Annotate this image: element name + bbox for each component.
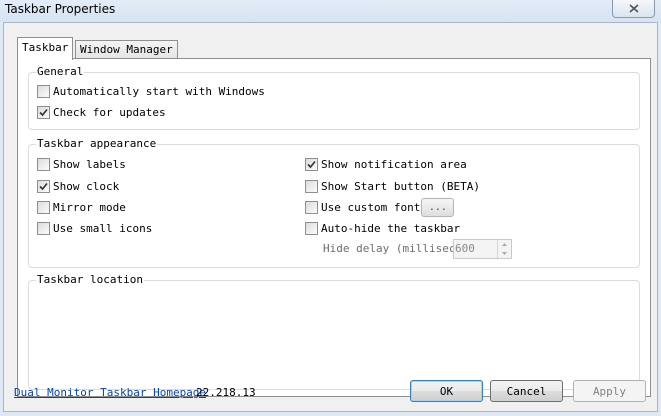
dialog-body: Taskbar Window Manager General Automatic…	[3, 22, 658, 412]
close-button[interactable]	[612, 0, 655, 18]
checkmark-icon	[39, 182, 48, 190]
mirror-mode-label: Mirror mode	[53, 200, 126, 214]
group-title-appearance: Taskbar appearance	[36, 137, 158, 150]
checkbox-box	[305, 179, 318, 193]
cancel-button[interactable]: Cancel	[490, 380, 563, 402]
hide-delay-spinner[interactable]: 600	[453, 239, 512, 259]
title-bar[interactable]: Taskbar Properties	[0, 0, 661, 22]
checkbox-box	[305, 221, 318, 235]
checkbox-box	[305, 157, 318, 171]
hide-delay-label: Hide delay (millisecor	[323, 242, 453, 255]
group-taskbar-location: Taskbar location	[28, 273, 640, 390]
checkbox-box	[37, 179, 50, 193]
custom-font-label: Use custom font	[321, 200, 421, 214]
show-notification-checkbox[interactable]: Show notification area	[305, 156, 467, 172]
spinner-arrows[interactable]	[497, 240, 511, 258]
checkbox-box	[305, 200, 318, 214]
show-notification-label: Show notification area	[321, 157, 467, 171]
show-labels-checkbox[interactable]: Show labels	[37, 156, 126, 172]
auto-start-label: Automatically start with Windows	[53, 84, 265, 98]
check-updates-label: Check for updates	[53, 105, 166, 119]
tab-panel-taskbar: General Automatically start with Windows…	[17, 58, 651, 397]
ok-button[interactable]: OK	[410, 380, 483, 402]
spin-down-icon[interactable]	[498, 249, 511, 258]
checkbox-box	[37, 157, 50, 171]
checkbox-box	[37, 221, 50, 235]
show-clock-checkbox[interactable]: Show clock	[37, 178, 119, 194]
show-clock-label: Show clock	[53, 179, 120, 193]
spin-up-icon[interactable]	[498, 240, 511, 249]
version-text: 22.218.13	[196, 386, 256, 399]
mirror-mode-checkbox[interactable]: Mirror mode	[37, 199, 126, 215]
checkbox-box	[37, 84, 50, 98]
small-icons-checkbox[interactable]: Use small icons	[37, 220, 152, 236]
show-labels-label: Show labels	[53, 157, 126, 171]
custom-font-checkbox[interactable]: Use custom font ...	[305, 197, 455, 217]
auto-hide-label: Auto-hide the taskbar	[321, 221, 461, 235]
checkbox-box	[37, 200, 50, 214]
check-updates-checkbox[interactable]: Check for updates	[37, 104, 166, 120]
group-title-location: Taskbar location	[36, 273, 144, 286]
homepage-link[interactable]: Dual Monitor Taskbar Homepage	[14, 386, 206, 399]
checkmark-icon	[39, 108, 48, 116]
group-title-general: General	[36, 65, 85, 78]
apply-button[interactable]: Apply	[573, 380, 646, 402]
checkmark-icon	[307, 160, 316, 168]
group-general: General	[28, 65, 640, 130]
font-picker-button[interactable]: ...	[421, 197, 455, 217]
auto-start-checkbox[interactable]: Automatically start with Windows	[37, 83, 265, 99]
tab-window-manager[interactable]: Window Manager	[75, 40, 178, 60]
tab-taskbar[interactable]: Taskbar	[17, 37, 74, 60]
auto-hide-checkbox[interactable]: Auto-hide the taskbar	[305, 220, 460, 236]
small-icons-label: Use small icons	[53, 221, 153, 235]
checkbox-box	[37, 105, 50, 119]
hide-delay-value: 600	[455, 242, 475, 255]
show-start-label: Show Start button (BETA)	[321, 179, 480, 193]
close-icon	[628, 4, 639, 13]
window-title: Taskbar Properties	[5, 2, 116, 16]
show-start-checkbox[interactable]: Show Start button (BETA)	[305, 178, 480, 194]
